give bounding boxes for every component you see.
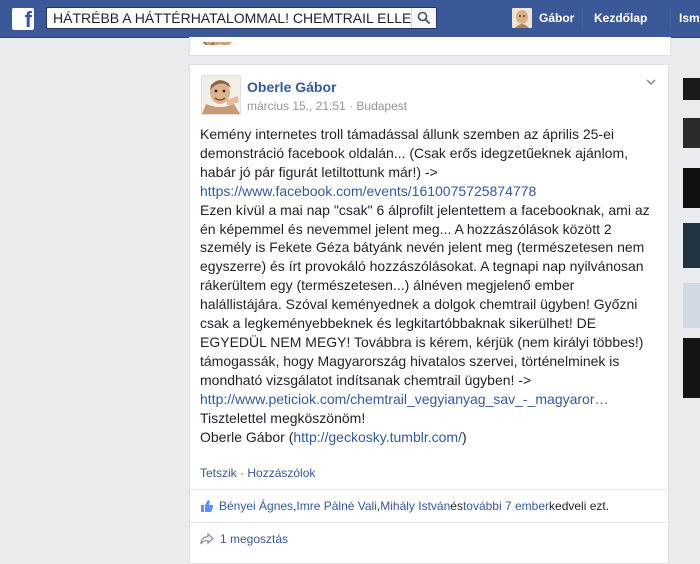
profile-name: Gábor	[539, 11, 575, 25]
search-icon	[417, 11, 431, 25]
like-conjunction: és	[450, 499, 463, 513]
post-paragraph: Ezen kívül a mai nap "csak" 6 álprofilt …	[200, 201, 650, 388]
post-paragraph: Tisztelettel megköszönöm!	[200, 409, 366, 426]
blog-link[interactable]: http://geckosky.tumblr.com/	[293, 429, 462, 445]
thumbs-up-icon	[201, 500, 214, 512]
sidebar-thumbnail[interactable]	[683, 283, 700, 328]
event-link[interactable]: https://www.facebook.com/events/16100757…	[200, 183, 536, 199]
post-timestamp[interactable]: március 15., 21:51	[247, 99, 346, 113]
sidebar-thumbnail[interactable]	[683, 118, 700, 148]
likes-suffix: kedveli ezt.	[549, 499, 610, 513]
sidebar-thumbnail[interactable]	[683, 223, 700, 268]
signature-text: Oberle Gábor (	[200, 428, 294, 445]
petition-link-line: http://www.peticiok.com/chemtrail_vegyia…	[200, 390, 656, 409]
sidebar-thumbnail[interactable]	[683, 338, 700, 398]
divider	[190, 489, 668, 490]
search-box[interactable]: HÁTRÉBB A HÁTTÉRHATALOMMAL! CHEMTRAIL EL…	[46, 7, 437, 29]
shares-count: 1 megosztás	[220, 532, 289, 546]
liker-name[interactable]: Imre Pálné Vali	[296, 499, 376, 513]
shares-link[interactable]: 1 megosztás	[200, 532, 288, 546]
liker-name[interactable]: Bényei Ágnes	[219, 499, 293, 513]
divider	[190, 522, 668, 523]
previous-story	[189, 37, 671, 56]
nav-divider	[582, 11, 583, 27]
sidebar-thumbnail[interactable]	[683, 168, 700, 208]
signature-line: Oberle Gábor (http://geckosky.tumblr.com…	[200, 428, 656, 447]
post-card: Oberle Gábor március 15., 21:51 · Budape…	[189, 64, 669, 564]
author-avatar[interactable]	[201, 75, 241, 115]
search-input[interactable]: HÁTRÉBB A HÁTTÉRHATALOMMAL! CHEMTRAIL EL…	[47, 8, 423, 28]
avatar	[512, 8, 532, 28]
petition-link[interactable]: http://www.peticiok.com/chemtrail_vegyia…	[200, 391, 609, 407]
more-likers-link[interactable]: további 7 ember	[463, 499, 549, 513]
post-location[interactable]: Budapest	[356, 99, 407, 113]
post-text-segment: Kemény internetes troll támadással állun…	[200, 126, 629, 180]
action-separator: ·	[236, 466, 248, 480]
like-button[interactable]: Tetszik	[200, 466, 237, 480]
profile-link[interactable]: Gábor	[512, 7, 574, 29]
nav-divider	[670, 11, 671, 27]
author-name[interactable]: Oberle Gábor	[247, 79, 336, 95]
chevron-down-icon[interactable]	[644, 75, 658, 89]
post-actions: Tetszik · Hozzászólok	[200, 466, 315, 480]
search-button[interactable]	[411, 8, 436, 28]
share-icon	[200, 533, 214, 545]
comment-button[interactable]: Hozzászólok	[247, 466, 315, 480]
friends-link[interactable]: Ismer	[679, 7, 700, 29]
post-text: Kemény internetes troll támadással állun…	[200, 125, 656, 446]
likes-summary: Bényei Ágnes, Imre Pálné Vali, Mihály Is…	[200, 499, 609, 513]
liker-name[interactable]: Mihály István	[380, 499, 450, 513]
post-meta: március 15., 21:51 · Budapest	[247, 99, 407, 113]
post-paragraph: Kemény internetes troll támadással állun…	[200, 125, 656, 201]
home-link[interactable]: Kezdőlap	[594, 7, 647, 29]
right-sidebar	[683, 38, 700, 552]
signature-text: )	[461, 428, 467, 445]
top-navigation-bar: f HÁTRÉBB A HÁTTÉRHATALOMMAL! CHEMTRAIL …	[0, 0, 700, 38]
facebook-logo[interactable]: f	[12, 8, 34, 30]
previous-story-thumbnail	[200, 37, 234, 45]
sidebar-thumbnail[interactable]	[683, 78, 700, 100]
